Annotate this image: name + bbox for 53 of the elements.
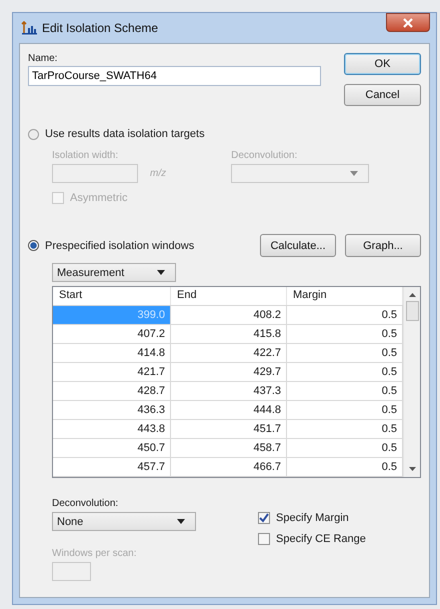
table-cell: 457.7 bbox=[53, 458, 171, 476]
table-cell: 399.0 bbox=[53, 306, 171, 324]
table-cell: 458.7 bbox=[171, 439, 287, 457]
action-button[interactable]: Graph... bbox=[345, 234, 421, 257]
deconvolution-label: Deconvolution: bbox=[52, 498, 120, 509]
table-cell: 414.8 bbox=[53, 344, 171, 362]
caret-icon bbox=[177, 519, 185, 524]
table-cell: 407.2 bbox=[53, 325, 171, 343]
dialog-button[interactable]: Cancel bbox=[344, 84, 421, 106]
table-cell: 428.7 bbox=[53, 382, 171, 400]
name-field[interactable]: TarProCourse_SWATH64 bbox=[28, 66, 321, 86]
caret-icon bbox=[350, 171, 358, 176]
radio-button[interactable] bbox=[28, 240, 39, 251]
table-cell: 436.3 bbox=[53, 401, 171, 419]
windows-per-scan-label: Windows per scan: bbox=[52, 548, 138, 559]
chart-icon bbox=[21, 21, 37, 35]
deconvolution-label: Deconvolution: bbox=[231, 150, 298, 161]
radio-label: Use results data isolation targets bbox=[45, 128, 205, 140]
close-button[interactable] bbox=[386, 13, 430, 32]
checkbox[interactable] bbox=[258, 533, 270, 545]
checkbox[interactable] bbox=[258, 512, 270, 524]
scroll-bar[interactable] bbox=[403, 287, 420, 477]
checkbox-label: Specify Margin bbox=[276, 512, 349, 524]
checkbox-label: Asymmetric bbox=[70, 192, 128, 204]
checkbox-label: Specify CE Range bbox=[276, 533, 366, 545]
dialog-button[interactable]: OK bbox=[344, 53, 421, 75]
table-cell: 408.2 bbox=[171, 306, 287, 324]
column-header[interactable]: End bbox=[171, 287, 287, 305]
caret-icon bbox=[157, 270, 165, 275]
deconvolution-dropdown[interactable]: None bbox=[52, 512, 196, 531]
table-cell: 450.7 bbox=[53, 439, 171, 457]
table-cell: 422.7 bbox=[171, 344, 287, 362]
radio-label: Prespecified isolation windows bbox=[45, 240, 194, 252]
table-cell: 444.8 bbox=[171, 401, 287, 419]
isolation-width-field[interactable] bbox=[52, 164, 138, 183]
column-header[interactable]: Start bbox=[53, 287, 171, 305]
window-title: Edit Isolation Scheme bbox=[42, 21, 158, 35]
table-cell: 443.8 bbox=[53, 420, 171, 438]
isolation-width-label: Isolation width: bbox=[52, 150, 120, 161]
table-cell: 421.7 bbox=[53, 363, 171, 381]
action-button[interactable]: Calculate... bbox=[260, 234, 336, 257]
mode-dropdown[interactable]: Measurement bbox=[52, 263, 176, 282]
unit-label: m/z bbox=[150, 168, 166, 179]
close-icon bbox=[403, 18, 413, 28]
table-cell: 429.7 bbox=[171, 363, 287, 381]
windows-per-scan-field[interactable] bbox=[52, 562, 91, 581]
deconvolution-dropdown[interactable] bbox=[231, 164, 370, 183]
table-cell: 437.3 bbox=[171, 382, 287, 400]
table-cell: 415.8 bbox=[171, 325, 287, 343]
name-label: Name: bbox=[28, 53, 58, 64]
table-cell: 451.7 bbox=[171, 420, 287, 438]
table-cell: 466.7 bbox=[171, 458, 287, 476]
radio-button[interactable] bbox=[28, 128, 39, 140]
